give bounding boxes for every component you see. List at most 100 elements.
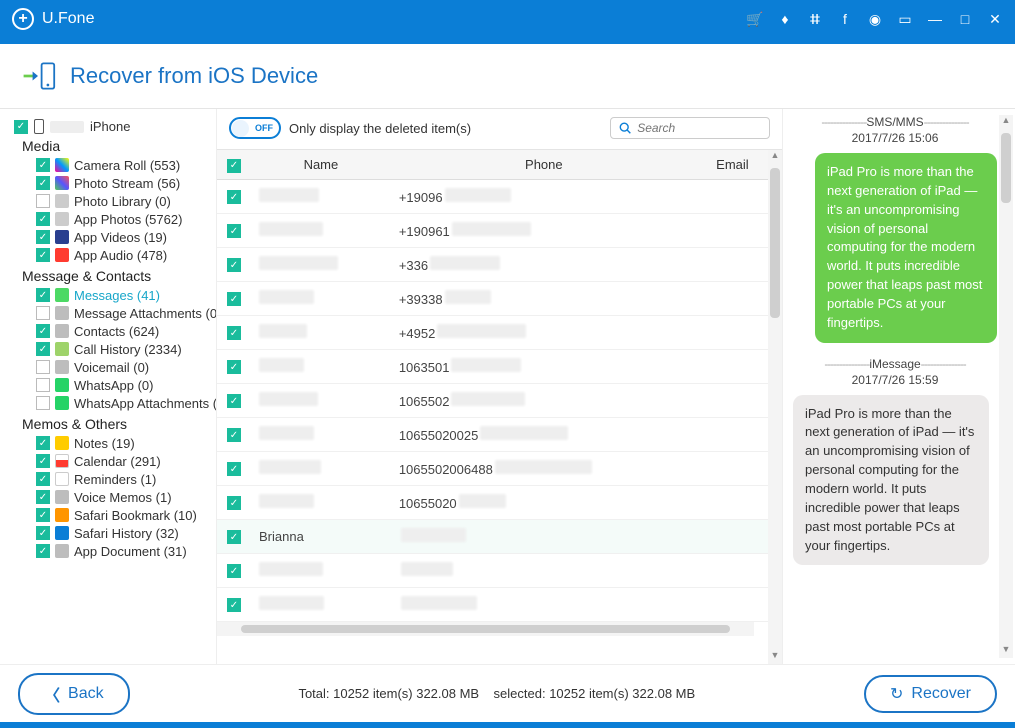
- preview-date: 2017/7/26 15:06: [791, 131, 999, 145]
- key-icon[interactable]: ⵌ: [807, 11, 823, 27]
- maximize-icon[interactable]: □: [957, 11, 973, 27]
- item-checkbox[interactable]: [36, 306, 50, 320]
- sidebar-item-label: Call History (2334): [74, 342, 182, 357]
- sidebar-item[interactable]: Photo Library (0): [14, 192, 210, 210]
- globe-icon[interactable]: ◉: [867, 11, 883, 27]
- sidebar-item[interactable]: Message Attachments (0): [14, 304, 210, 322]
- table-row[interactable]: +19096: [217, 179, 768, 213]
- table-row[interactable]: Brianna: [217, 519, 768, 553]
- row-checkbox[interactable]: [227, 190, 241, 204]
- sidebar-item[interactable]: Safari Bookmark (10): [14, 506, 210, 524]
- sidebar-item[interactable]: App Videos (19): [14, 228, 210, 246]
- row-checkbox[interactable]: [227, 394, 241, 408]
- item-checkbox[interactable]: [36, 526, 50, 540]
- category-icon: [55, 342, 69, 356]
- sidebar-item[interactable]: App Photos (5762): [14, 210, 210, 228]
- item-checkbox[interactable]: [36, 508, 50, 522]
- table-row[interactable]: +336: [217, 247, 768, 281]
- sidebar-item[interactable]: Contacts (624): [14, 322, 210, 340]
- recover-button[interactable]: ↻ Recover: [864, 675, 997, 713]
- cell-phone: [391, 553, 697, 587]
- item-checkbox[interactable]: [36, 378, 50, 392]
- sidebar-item[interactable]: Reminders (1): [14, 470, 210, 488]
- row-checkbox[interactable]: [227, 598, 241, 612]
- row-checkbox[interactable]: [227, 462, 241, 476]
- item-checkbox[interactable]: [36, 194, 50, 208]
- row-checkbox[interactable]: [227, 326, 241, 340]
- sidebar-item[interactable]: Voicemail (0): [14, 358, 210, 376]
- table-row[interactable]: +39338: [217, 281, 768, 315]
- sidebar-item[interactable]: Call History (2334): [14, 340, 210, 358]
- device-row[interactable]: iPhone: [14, 119, 210, 134]
- row-checkbox[interactable]: [227, 224, 241, 238]
- item-checkbox[interactable]: [36, 472, 50, 486]
- sidebar-item[interactable]: App Document (31): [14, 542, 210, 560]
- sidebar-item[interactable]: Notes (19): [14, 434, 210, 452]
- feedback-icon[interactable]: ▭: [897, 11, 913, 27]
- col-email[interactable]: Email: [697, 150, 768, 179]
- cart-icon[interactable]: 🛒: [747, 11, 763, 27]
- item-checkbox[interactable]: [36, 158, 50, 172]
- table-row[interactable]: 1065502006488: [217, 451, 768, 485]
- minimize-icon[interactable]: —: [927, 11, 943, 27]
- preview-scrollbar[interactable]: ▲ ▼: [999, 115, 1013, 658]
- sidebar-item[interactable]: Messages (41): [14, 286, 210, 304]
- search-box[interactable]: [610, 117, 770, 139]
- item-checkbox[interactable]: [36, 342, 50, 356]
- sidebar-item[interactable]: Safari History (32): [14, 524, 210, 542]
- cell-name: [251, 417, 391, 451]
- item-checkbox[interactable]: [36, 230, 50, 244]
- item-checkbox[interactable]: [36, 544, 50, 558]
- table-row[interactable]: 1063501: [217, 349, 768, 383]
- row-checkbox[interactable]: [227, 360, 241, 374]
- item-checkbox[interactable]: [36, 396, 50, 410]
- item-checkbox[interactable]: [36, 288, 50, 302]
- item-checkbox[interactable]: [36, 248, 50, 262]
- vertical-scrollbar[interactable]: ▲▼: [768, 150, 782, 664]
- category-icon: [55, 230, 69, 244]
- category-icon: [55, 544, 69, 558]
- table-row[interactable]: [217, 587, 768, 621]
- sidebar-item[interactable]: WhatsApp (0): [14, 376, 210, 394]
- item-checkbox[interactable]: [36, 324, 50, 338]
- sidebar-item[interactable]: Calendar (291): [14, 452, 210, 470]
- table-row[interactable]: 1065502: [217, 383, 768, 417]
- table-row[interactable]: 10655020: [217, 485, 768, 519]
- item-checkbox[interactable]: [36, 176, 50, 190]
- category-header: Message & Contacts: [14, 268, 210, 284]
- category-icon: [55, 176, 69, 190]
- col-phone[interactable]: Phone: [391, 150, 697, 179]
- row-checkbox[interactable]: [227, 496, 241, 510]
- sidebar-item[interactable]: App Audio (478): [14, 246, 210, 264]
- deleted-toggle[interactable]: OFF: [229, 117, 281, 139]
- col-name[interactable]: Name: [251, 150, 391, 179]
- close-icon[interactable]: ✕: [987, 11, 1003, 27]
- facebook-icon[interactable]: f: [837, 11, 853, 27]
- row-checkbox[interactable]: [227, 564, 241, 578]
- row-checkbox[interactable]: [227, 258, 241, 272]
- back-button[interactable]: 〈 Back: [18, 673, 130, 715]
- category-icon: [55, 158, 69, 172]
- row-checkbox[interactable]: [227, 428, 241, 442]
- item-checkbox[interactable]: [36, 360, 50, 374]
- table-row[interactable]: [217, 553, 768, 587]
- item-checkbox[interactable]: [36, 454, 50, 468]
- sidebar-item[interactable]: Photo Stream (56): [14, 174, 210, 192]
- search-input[interactable]: [637, 121, 761, 135]
- item-checkbox[interactable]: [36, 490, 50, 504]
- diamond-icon[interactable]: ♦: [777, 11, 793, 27]
- sidebar-item[interactable]: WhatsApp Attachments (0): [14, 394, 210, 412]
- item-checkbox[interactable]: [36, 212, 50, 226]
- sidebar-item[interactable]: Voice Memos (1): [14, 488, 210, 506]
- table-row[interactable]: +190961: [217, 213, 768, 247]
- phone-icon: [34, 119, 44, 134]
- device-checkbox[interactable]: [14, 120, 28, 134]
- item-checkbox[interactable]: [36, 436, 50, 450]
- sidebar-item[interactable]: Camera Roll (553): [14, 156, 210, 174]
- table-row[interactable]: 10655020025: [217, 417, 768, 451]
- row-checkbox[interactable]: [227, 530, 241, 544]
- horizontal-scrollbar[interactable]: [217, 622, 754, 636]
- row-checkbox[interactable]: [227, 292, 241, 306]
- table-row[interactable]: +4952: [217, 315, 768, 349]
- select-all-checkbox[interactable]: [227, 159, 241, 173]
